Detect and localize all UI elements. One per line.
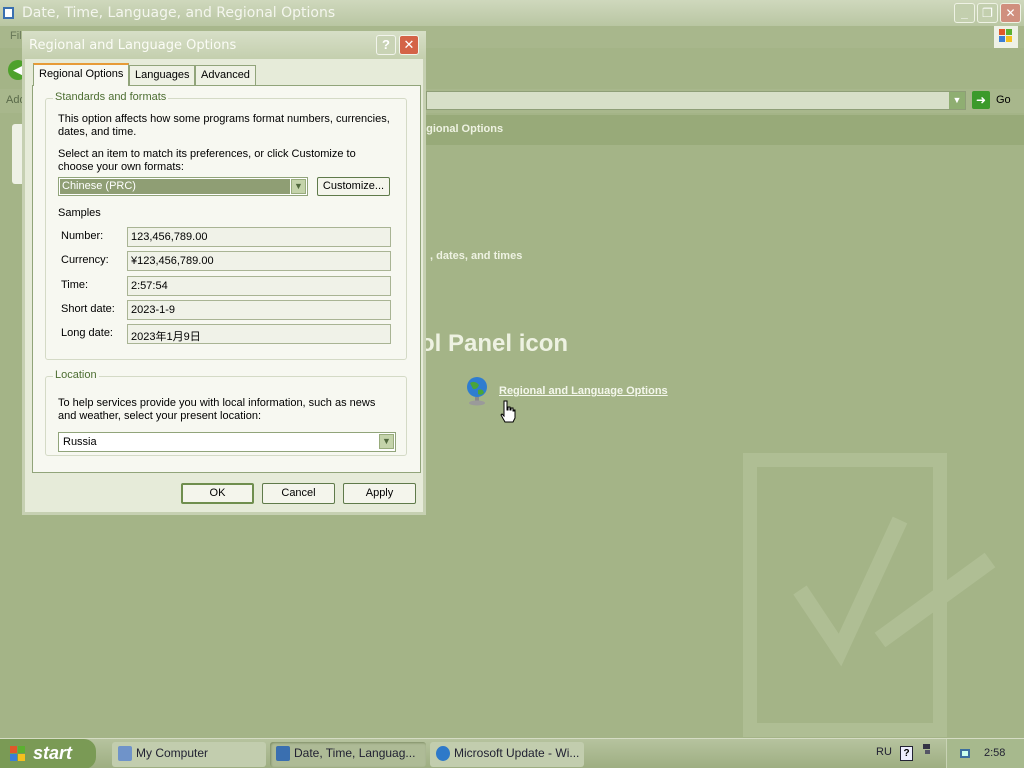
cancel-button[interactable]: Cancel — [262, 483, 335, 504]
samples-label: Samples — [58, 207, 101, 219]
sample-long-date-value: 2023年1月9日 — [127, 324, 391, 344]
regional-options-panel: Standards and formats This option affect… — [32, 85, 421, 473]
taskbar-item-microsoft-update[interactable]: Microsoft Update - Wi... — [430, 742, 584, 767]
help-icon[interactable]: ? — [900, 746, 913, 761]
main-titlebar[interactable]: Date, Time, Language, and Regional Optio… — [0, 0, 1024, 26]
location-description: To help services provide you with local … — [58, 397, 376, 422]
tab-languages[interactable]: Languages — [129, 65, 196, 85]
chevron-down-icon[interactable]: ▼ — [949, 92, 965, 109]
sample-currency-label: Currency: — [61, 254, 109, 266]
go-label: Go — [996, 94, 1011, 106]
go-button[interactable]: ➜ Go — [972, 91, 1020, 110]
sample-time-value: 2:57:54 — [127, 276, 391, 296]
language-indicator[interactable]: RU — [876, 746, 892, 758]
taskbar-item-label: Microsoft Update - Wi... — [454, 746, 580, 760]
address-input[interactable]: ▼ — [426, 91, 966, 110]
standards-formats-group: Standards and formats This option affect… — [45, 91, 407, 360]
location-selected-value: Russia — [63, 436, 97, 448]
clock[interactable]: 2:58 — [984, 747, 1005, 759]
maximize-icon[interactable]: ❐ — [977, 3, 998, 23]
task-heading: , dates, and times — [430, 250, 523, 262]
location-legend: Location — [53, 369, 99, 381]
taskbar-item-label: Date, Time, Languag... — [294, 746, 416, 760]
main-window-title: Date, Time, Language, and Regional Optio… — [22, 5, 336, 21]
taskbar: start My Computer Date, Time, Languag...… — [0, 738, 1024, 768]
window-icon — [3, 7, 14, 19]
taskbar-item-my-computer[interactable]: My Computer — [112, 742, 266, 767]
taskbar-item-label: My Computer — [136, 746, 209, 760]
globe-icon — [467, 377, 487, 406]
start-label: start — [33, 743, 73, 763]
system-tray: RU ? 2:58 — [864, 739, 1024, 768]
location-select[interactable]: Russia ▼ — [58, 432, 396, 452]
chevron-down-icon[interactable]: ▼ — [291, 179, 306, 194]
control-panel-icon — [276, 746, 290, 761]
sample-short-date-label: Short date: — [61, 303, 115, 315]
dialog-title: Regional and Language Options — [29, 38, 237, 53]
ie-icon — [436, 746, 450, 761]
apply-button[interactable]: Apply — [343, 483, 416, 504]
tab-regional-options[interactable]: Regional Options — [33, 63, 130, 86]
sample-currency-value: ¥123,456,789.00 — [127, 251, 391, 271]
ok-button[interactable]: OK — [181, 483, 254, 504]
tab-advanced[interactable]: Advanced — [195, 65, 256, 85]
volume-icon[interactable] — [959, 747, 973, 761]
windows-logo-icon — [10, 746, 25, 761]
standards-description: This option affects how some programs fo… — [58, 113, 390, 138]
standards-legend: Standards and formats — [53, 91, 169, 103]
sample-short-date-value: 2023-1-9 — [127, 300, 391, 320]
standards-instruction: Select an item to match its preferences,… — [58, 148, 356, 173]
regional-language-dialog: Regional and Language Options ? ✕ Region… — [22, 31, 426, 515]
sample-time-label: Time: — [61, 279, 89, 291]
windows-logo-icon — [994, 26, 1018, 48]
location-group: Location To help services provide you wi… — [45, 369, 407, 456]
taskbar-item-date-time[interactable]: Date, Time, Languag... — [270, 742, 426, 767]
start-button[interactable]: start — [0, 739, 96, 768]
dialog-titlebar[interactable]: Regional and Language Options ? ✕ — [22, 31, 426, 59]
sample-long-date-label: Long date: — [61, 327, 113, 339]
header-title: egional Options — [420, 123, 504, 135]
network-icon[interactable] — [922, 743, 932, 755]
computer-icon — [118, 746, 132, 761]
chevron-down-icon[interactable]: ▼ — [379, 434, 394, 449]
customize-button[interactable]: Customize... — [317, 177, 390, 196]
hand-cursor-icon — [500, 400, 516, 423]
format-selected-value: Chinese (PRC) — [60, 179, 290, 194]
sample-number-label: Number: — [61, 230, 104, 242]
close-icon[interactable]: ✕ — [399, 35, 419, 55]
go-arrow-icon: ➜ — [972, 91, 990, 109]
pick-icon-heading: ol Panel icon — [420, 330, 569, 357]
help-icon[interactable]: ? — [376, 35, 396, 55]
sample-number-value: 123,456,789.00 — [127, 227, 391, 247]
regional-options-link-label[interactable]: Regional and Language Options — [499, 385, 668, 397]
close-icon[interactable]: ✕ — [1000, 3, 1021, 23]
control-panel-watermark-icon — [743, 453, 996, 737]
clock-area: 2:58 — [946, 739, 1024, 768]
minimize-icon[interactable]: _ — [954, 3, 975, 23]
menu-file[interactable]: Fil — [10, 30, 22, 42]
format-select[interactable]: Chinese (PRC) ▼ — [58, 177, 308, 196]
